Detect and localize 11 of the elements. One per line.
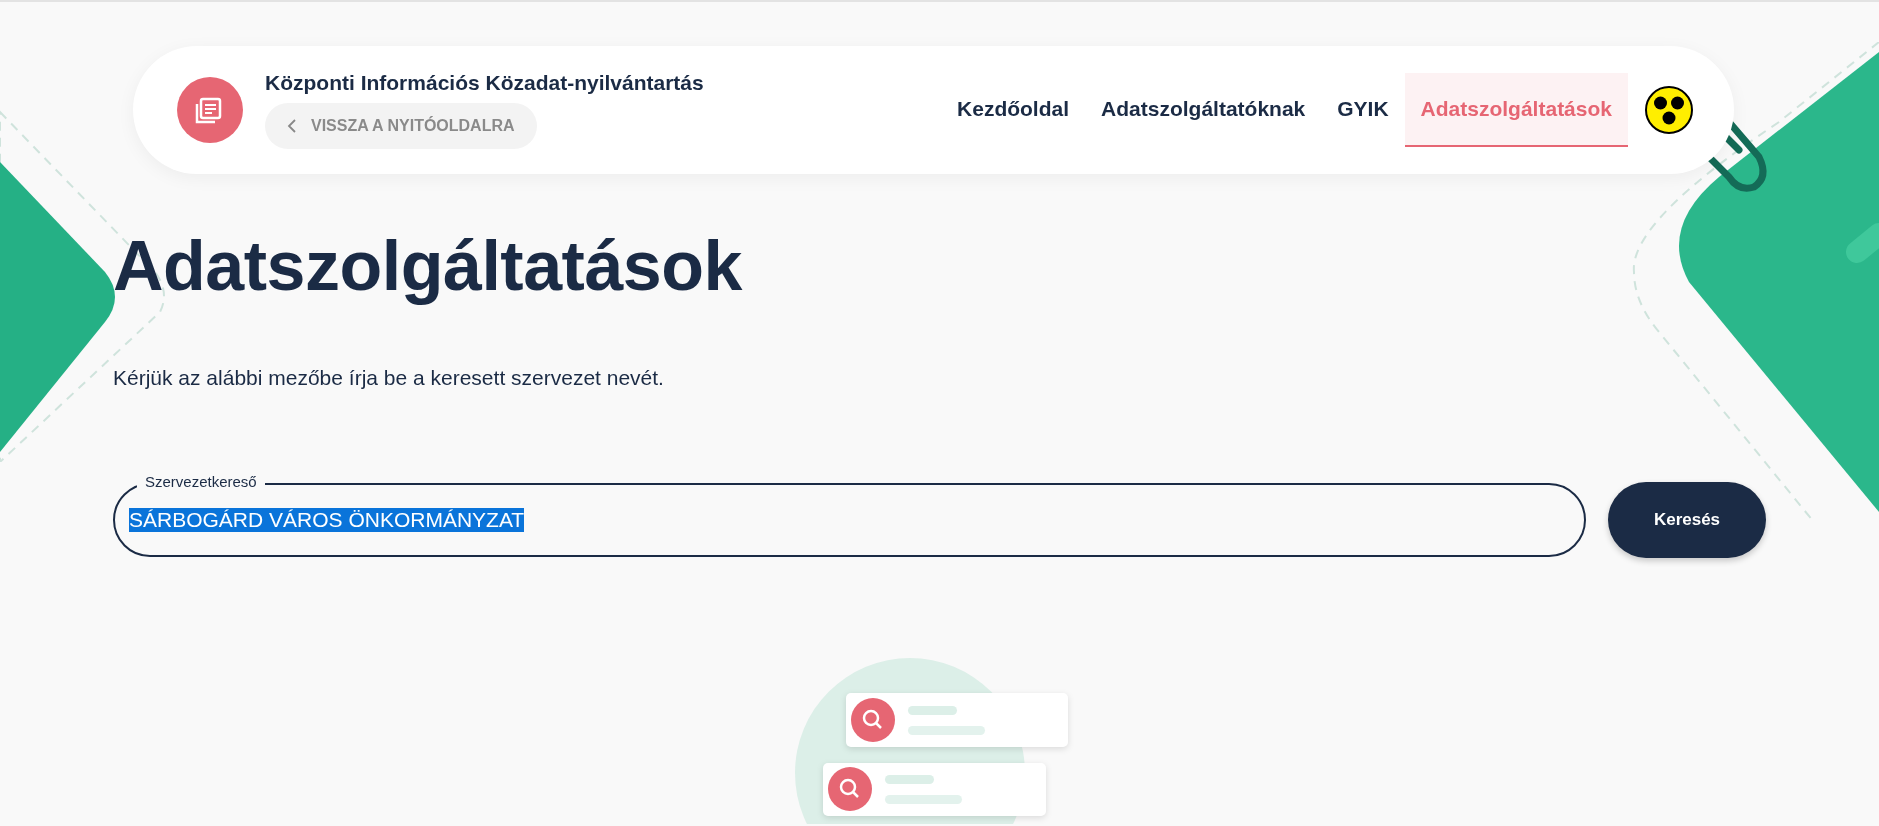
nav-tab[interactable]: GYIK: [1321, 73, 1405, 147]
search-button[interactable]: Keresés: [1608, 482, 1766, 558]
accessibility-icon[interactable]: [1644, 85, 1694, 135]
field-label: Szervezetkereső: [137, 473, 265, 490]
site-title: Központi Információs Közadat-nyilvántartás: [265, 71, 704, 95]
intro-text: Kérjük az alábbi mezőbe írja be a keresett szervezet nevét.: [113, 366, 665, 390]
nav-tab[interactable]: Kezdőoldal: [941, 73, 1086, 147]
chevron-left-icon: [287, 119, 297, 133]
page-title: Adatszolgáltatások: [113, 226, 744, 306]
document-logo-icon: [177, 77, 243, 143]
nav-tab[interactable]: Adatszolgáltatóknak: [1085, 73, 1322, 147]
